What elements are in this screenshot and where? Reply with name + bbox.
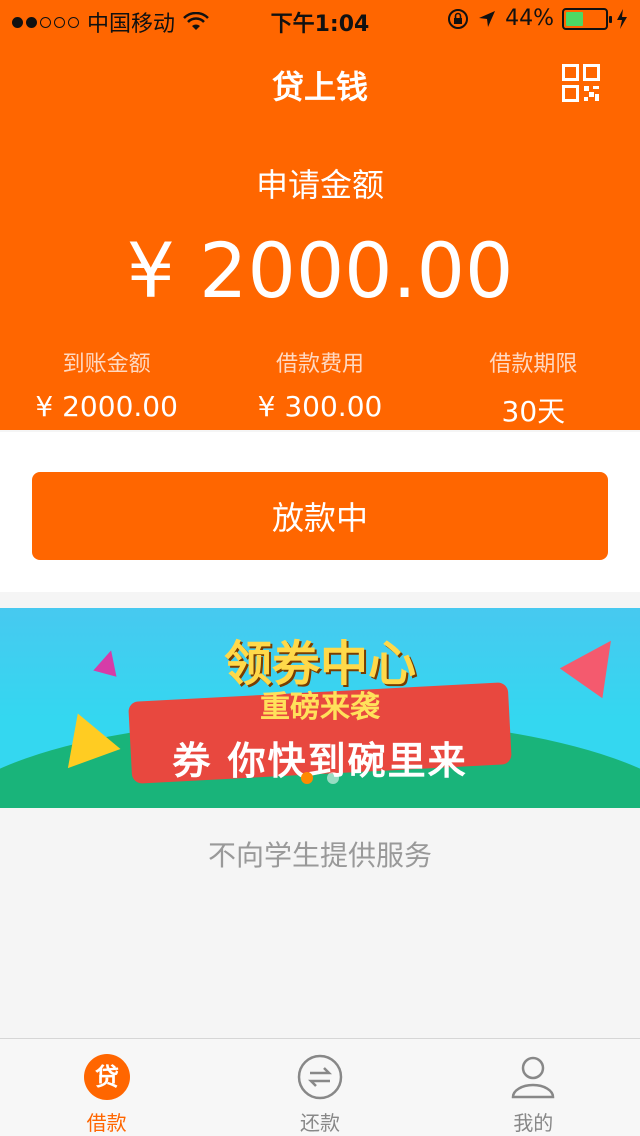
coupon-center-banner[interactable]: 领券中心 重磅来袭 券 你快到碗里来 — [0, 608, 640, 808]
loan-summary-panel: 中国移动 下午1:04 44% 贷上钱 申请金额 ¥ 2000.00 到账金额 … — [0, 0, 640, 430]
stat-label: 借款费用 — [275, 352, 364, 377]
pager-dot[interactable] — [327, 772, 339, 784]
stat-loan-fee: 借款费用 ¥ 300.00 — [213, 346, 426, 430]
page-title: 贷上钱 — [271, 68, 368, 106]
status-bar: 中国移动 下午1:04 44% — [0, 0, 640, 40]
tab-label: 借款 — [86, 1111, 127, 1135]
banner-subline: 重磅来袭 — [260, 690, 380, 725]
banner-pager[interactable] — [0, 772, 640, 784]
loan-icon: 贷 — [83, 1054, 130, 1100]
profile-icon — [512, 1056, 555, 1099]
svg-text:贷: 贷 — [95, 1063, 119, 1091]
apply-amount-value: ¥ 2000.00 — [126, 226, 514, 315]
pager-dot[interactable] — [301, 772, 313, 784]
stat-value: 30天 — [501, 395, 566, 428]
location-icon — [479, 10, 496, 27]
qr-code-icon[interactable] — [562, 64, 600, 102]
tab-label: 我的 — [513, 1111, 554, 1135]
orientation-lock-icon — [448, 8, 469, 29]
disbursing-button[interactable]: 放款中 — [32, 472, 608, 560]
stat-value: ¥ 2000.00 — [35, 390, 178, 423]
stat-value: ¥ 300.00 — [257, 390, 383, 423]
repay-icon — [297, 1054, 343, 1100]
tab-label: 还款 — [299, 1111, 340, 1135]
stat-label: 借款期限 — [489, 352, 578, 377]
loan-stats: 到账金额 ¥ 2000.00 借款费用 ¥ 300.00 借款期限 30天 — [0, 346, 640, 430]
stat-received-amount: 到账金额 ¥ 2000.00 — [0, 346, 213, 430]
battery-icon — [562, 7, 612, 30]
stat-label: 到账金额 — [62, 352, 151, 377]
charging-icon — [617, 8, 627, 29]
action-card: 放款中 — [0, 432, 640, 592]
tab-bar: 贷 借款 还款 我的 — [0, 1038, 640, 1136]
tab-profile[interactable]: 我的 — [427, 1039, 640, 1136]
tab-repay[interactable]: 还款 — [213, 1039, 426, 1136]
battery-percent: 44% — [505, 6, 554, 31]
apply-amount-label: 申请金额 — [255, 166, 384, 204]
stat-loan-term: 借款期限 30天 — [427, 346, 640, 430]
student-notice: 不向学生提供服务 — [207, 839, 432, 872]
tab-loan[interactable]: 贷 借款 — [0, 1039, 213, 1136]
